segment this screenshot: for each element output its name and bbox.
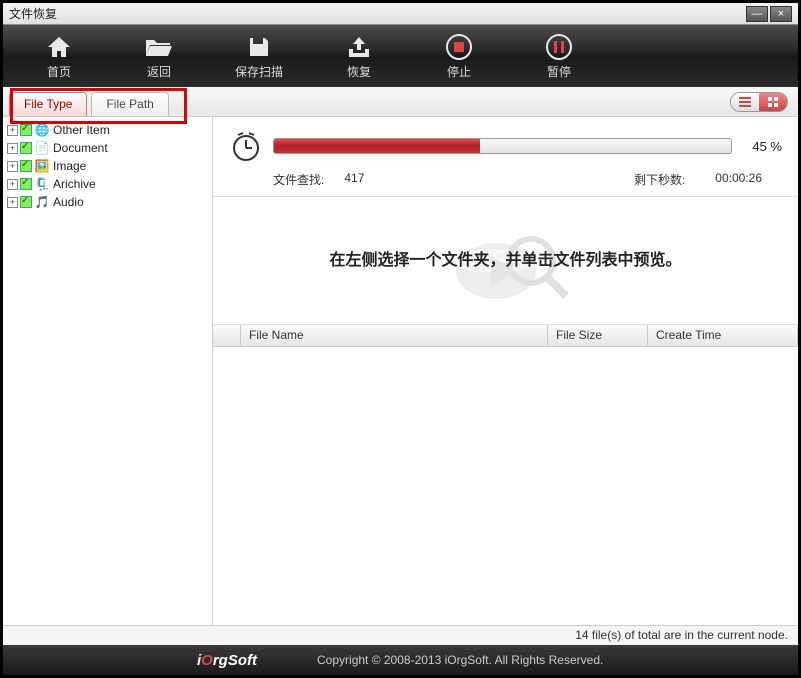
document-icon: 📄 [34,140,50,156]
toolbar: 首页 返回 保存扫描 恢复 停止 暂停 [3,25,798,87]
table-body [213,347,798,625]
pause-button[interactable]: 暂停 [509,28,609,84]
stop-button[interactable]: 停止 [409,28,509,84]
tree-item-archive[interactable]: + 🗜️Arichive [5,175,210,193]
stop-icon [444,33,474,61]
save-icon [244,33,274,61]
grid-view-icon [759,93,787,111]
pause-icon [544,33,574,61]
checkbox-icon[interactable] [20,124,32,136]
remain-time: 00:00:26 [715,171,762,188]
tree-label: Audio [53,195,84,209]
view-toggle[interactable] [730,92,788,112]
audio-icon: 🎵 [34,194,50,210]
tree-item-other[interactable]: + 🌐Other Item [5,121,210,139]
recover-button[interactable]: 恢复 [309,28,409,84]
scan-label: 文件查找: [273,171,324,188]
checkbox-icon[interactable] [20,160,32,172]
scan-count: 417 [344,171,364,188]
recover-label: 恢复 [347,63,371,80]
stop-label: 停止 [447,63,471,80]
tree-item-image[interactable]: + 🖼️Image [5,157,210,175]
checkbox-icon[interactable] [20,178,32,190]
checkbox-icon[interactable] [20,142,32,154]
tab-file-path[interactable]: File Path [91,92,168,116]
home-icon [44,33,74,61]
archive-icon: 🗜️ [34,176,50,192]
app-window: 文件恢复 — × 首页 返回 保存扫描 恢复 停止 暂停 File Ty [0,0,801,678]
checkbox-icon[interactable] [20,196,32,208]
sidebar-tree: + 🌐Other Item + 📄Document + 🖼️Image + 🗜️Aric… [3,117,213,625]
col-filename[interactable]: File Name [241,325,548,346]
back-button[interactable]: 返回 [109,28,209,84]
preview-hint: 在左侧选择一个文件夹，并单击文件列表中预览。 [289,249,721,273]
save-scan-label: 保存扫描 [235,63,283,80]
pause-label: 暂停 [547,63,571,80]
copyright: Copyright © 2008-2013 iOrgSoft. All Righ… [317,653,603,667]
main-area: + 🌐Other Item + 📄Document + 🖼️Image + 🗜️Aric… [3,117,798,625]
back-label: 返回 [147,63,171,80]
globe-icon: 🌐 [34,122,50,138]
status-bar: 14 file(s) of total are in the current n… [3,625,798,645]
image-icon: 🖼️ [34,158,50,174]
close-button[interactable]: × [770,6,792,22]
home-button[interactable]: 首页 [9,28,109,84]
col-createtime[interactable]: Create Time [648,325,798,346]
preview-area: 在左侧选择一个文件夹，并单击文件列表中预览。 [213,197,798,325]
save-scan-button[interactable]: 保存扫描 [209,28,309,84]
folder-open-icon [144,33,174,61]
tree-label: Arichive [53,177,96,191]
expand-icon[interactable]: + [7,125,18,136]
brand-logo: iOrgSoft [197,652,257,669]
expand-icon[interactable]: + [7,179,18,190]
minimize-button[interactable]: — [746,6,768,22]
window-title: 文件恢复 [9,5,744,22]
progress-block: 45 % 文件查找: 417 剩下秒数: 00:00:26 [213,117,798,197]
progress-bar [273,138,732,154]
tree-item-document[interactable]: + 📄Document [5,139,210,157]
expand-icon[interactable]: + [7,143,18,154]
expand-icon[interactable]: + [7,161,18,172]
content-area: 45 % 文件查找: 417 剩下秒数: 00:00:26 在左侧选择一个文件夹… [213,117,798,625]
tree-label: Document [53,141,108,155]
col-checkbox[interactable] [213,325,241,346]
titlebar: 文件恢复 — × [3,3,798,25]
footer: iOrgSoft Copyright © 2008-2013 iOrgSoft.… [3,645,798,675]
clock-icon [229,129,263,163]
expand-icon[interactable]: + [7,197,18,208]
tree-label: Image [53,159,86,173]
tree-label: Other Item [53,123,110,137]
remain-label: 剩下秒数: [634,171,685,188]
table-header: File Name File Size Create Time [213,325,798,347]
subbar: File Type File Path [3,87,798,117]
home-label: 首页 [47,63,71,80]
col-filesize[interactable]: File Size [548,325,648,346]
progress-percent: 45 % [732,139,782,154]
recover-icon [344,33,374,61]
tab-file-type[interactable]: File Type [9,92,87,116]
tree-item-audio[interactable]: + 🎵Audio [5,193,210,211]
progress-fill [274,139,480,153]
list-view-icon [731,93,759,111]
